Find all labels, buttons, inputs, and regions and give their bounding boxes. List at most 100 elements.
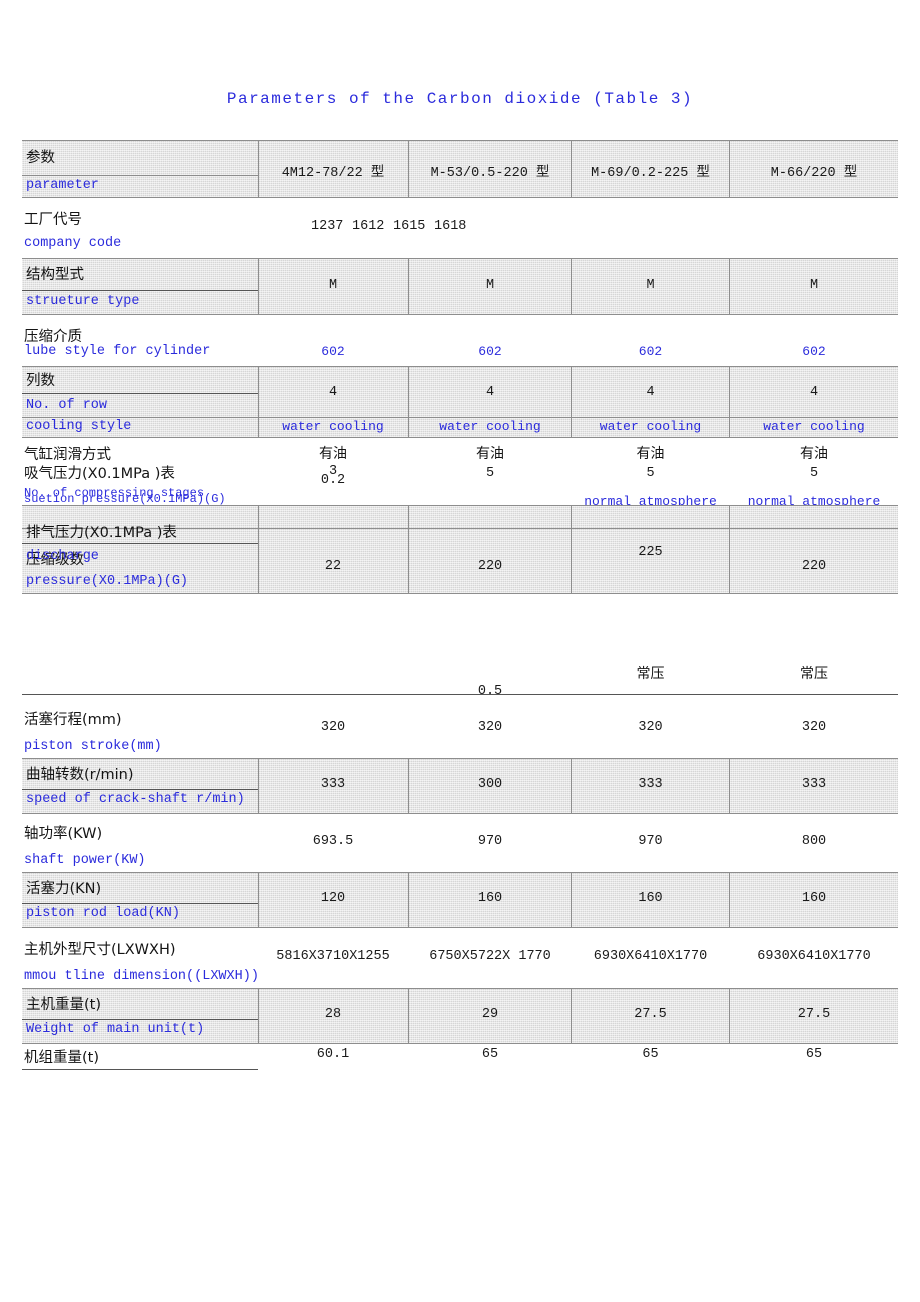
row-shaft-power-value-1: 693.5 — [312, 834, 354, 849]
row-piston-rod-load-label-en: piston rod load(KN) — [26, 906, 180, 921]
row-piston-rod-load-value-4: 160 — [801, 891, 827, 906]
row-normal-pressure-value-3: 常压 — [636, 666, 665, 682]
row-no-of-row-label-en: No. of row — [26, 398, 108, 413]
row-cooling-style-value-4: water cooling — [763, 419, 865, 434]
row-piston-rod-inner-rule — [22, 903, 258, 904]
row-crank-speed-inner-rule — [22, 789, 258, 790]
row-main-unit-weight-label-en: Weight of main unit(t) — [26, 1022, 205, 1037]
header-model-3: M-69/0.2-225 型 — [591, 166, 710, 181]
row-no-of-row-value-3: 4 — [646, 385, 655, 400]
row-piston-stroke-label-cn: 活塞行程(mm) — [24, 712, 122, 728]
row-company-code-value-1: 1237 — [311, 219, 344, 234]
header-param-en: parameter — [26, 178, 99, 193]
row-discharge-inner-rule — [22, 543, 258, 544]
row-piston-stroke-value-4: 320 — [801, 720, 827, 735]
header-param-cn: 参数 — [26, 150, 55, 166]
row-no-of-row-value-2: 4 — [485, 385, 495, 400]
row-main-unit-weight-inner-rule — [22, 1019, 258, 1020]
header-model-1: 4M12-78/22 型 — [281, 166, 385, 181]
row-company-code-value-4: 1618 — [434, 219, 467, 234]
row-normal-pressure-value-4: 常压 — [800, 666, 828, 682]
row-shaft-power-label-cn: 轴功率(KW) — [24, 826, 103, 842]
document-page: Parameters of the Carbon dioxide (Table … — [0, 0, 920, 1302]
row-crank-speed-label-cn: 曲轴转数(r/min) — [26, 767, 134, 783]
row-piston-rod-load-value-2: 160 — [477, 891, 503, 906]
page-title: Parameters of the Carbon dioxide (Table … — [226, 90, 694, 108]
row-unit-weight-value-3: 65 — [642, 1047, 659, 1062]
row-cooling-style-value-2: water cooling — [439, 419, 541, 434]
row-lube-style-value-2: 602 — [478, 344, 502, 359]
row-cooling-style-label-en: cooling style — [26, 419, 132, 434]
row-main-unit-weight-value-2: 29 — [481, 1007, 499, 1022]
header-model-4: M-66/220 型 — [770, 166, 858, 181]
row-lube-style-label-cn: 压缩介质 — [24, 329, 82, 345]
row-piston-rod-load-value-1: 120 — [320, 891, 346, 906]
col-divider-4-r8 — [729, 505, 730, 593]
row-crank-speed-value-2: 300 — [477, 777, 503, 792]
row-structure-inner-rule — [22, 290, 258, 291]
row-piston-rod-load-label-cn: 活塞力(KN) — [26, 881, 102, 897]
row-unit-weight-value-2: 65 — [481, 1047, 499, 1062]
row-main-unit-weight-value-1: 28 — [324, 1007, 342, 1022]
row-discharge-pressure-value-2: 220 — [477, 559, 503, 574]
row-suction-pressure-value-4: 5 — [809, 466, 819, 481]
row-structure-type-label-en: strueture type — [26, 294, 140, 309]
row-no-of-row-label-cn: 列数 — [26, 373, 55, 389]
row-crank-speed-value-3: 333 — [638, 777, 663, 792]
row-company-code-label-cn: 工厂代号 — [24, 212, 82, 228]
row-outline-dimension-label-cn: 主机外型尺寸(LXWXH) — [24, 942, 176, 958]
row-no-of-row-inner-rule — [22, 393, 258, 394]
row-cooling-style-value-1: water cooling — [282, 419, 384, 434]
row-cylinder-lube-value-3: 有油 — [636, 446, 665, 462]
row-discharge-pressure-value-3: 225 — [638, 545, 663, 560]
row-piston-stroke-value-1: 320 — [320, 720, 346, 735]
row-lube-style-value-3: 602 — [638, 344, 663, 359]
row-suction-pressure-value-2: 5 — [485, 466, 495, 481]
row-piston-stroke-label-en: piston stroke(mm) — [24, 739, 162, 754]
row-main-unit-weight-value-3: 27.5 — [634, 1007, 667, 1022]
row-main-unit-weight-value-4: 27.5 — [797, 1007, 831, 1022]
row-company-code-value-2: 1612 — [352, 219, 385, 234]
row-unit-weight-value-4: 65 — [805, 1047, 823, 1062]
row-cylinder-lube-value-2: 有油 — [476, 446, 504, 462]
row-outline-dimension-value-1: 5816X3710X1255 — [276, 949, 390, 964]
row-structure-type-value-3: M — [646, 278, 655, 293]
row-structure-type-value-4: M — [809, 278, 819, 293]
row-suction-pressure-label-en: suetion pressure(X0.1MPa)(G) — [24, 492, 226, 506]
row-piston-rod-load-value-3: 160 — [638, 891, 663, 906]
row-discharge-pressure-label-en: pressure(X0.1MPa)(G) — [26, 574, 189, 589]
row-piston-stroke-value-2: 320 — [477, 720, 503, 735]
row-shaft-power-label-en: shaft power(KW) — [24, 853, 146, 868]
row-shaft-power-value-2: 970 — [477, 834, 503, 849]
header-model-2: M-53/0.5-220 型 — [430, 166, 550, 181]
row-crank-speed-value-1: 333 — [320, 777, 346, 792]
row-lube-style-value-1: 602 — [321, 344, 345, 359]
row-outline-dimension-label-en: mmou tline dimension((LXWXH)) — [24, 969, 259, 984]
row-normal-pressure-value-2: 0.5 — [477, 684, 503, 699]
row-discharge-pressure-value-4: 220 — [801, 559, 827, 574]
row-discharge-label-en: discharge — [26, 549, 99, 564]
row-cylinder-lube-value-4: 有油 — [800, 446, 828, 462]
row-structure-type-label-cn: 结构型式 — [26, 267, 84, 283]
row-company-code-label-en: company code — [24, 236, 122, 251]
col-divider-2-r8 — [408, 505, 409, 593]
row-outline-dimension-value-4: 6930X6410X1770 — [757, 949, 871, 964]
row-suction-pressure-label-cn: 吸气压力(X0.1MPa )表 — [24, 466, 175, 482]
row-cylinder-lube-value-1: 有油 — [319, 446, 347, 462]
row-discharge-pressure-label-cn: 排气压力(X0.1MPa )表 — [26, 525, 177, 541]
row-structure-type-value-1: M — [328, 278, 338, 293]
row-structure-type-value-2: M — [485, 278, 495, 293]
row-no-of-row-value-4: 4 — [809, 385, 819, 400]
row-outline-dimension-value-3: 6930X6410X1770 — [593, 949, 708, 964]
row-unit-weight-rule — [22, 1069, 258, 1070]
row-shaft-power-value-3: 970 — [638, 834, 663, 849]
header-inner-rule — [22, 175, 258, 176]
row-shaft-power-value-4: 800 — [801, 834, 827, 849]
row-outline-dimension-value-2: 6750X5722X 1770 — [429, 949, 551, 964]
row-lube-style-value-4: 602 — [802, 344, 826, 359]
row-unit-weight-label-cn: 机组重量(t) — [24, 1050, 99, 1066]
row-piston-stroke-value-3: 320 — [638, 720, 663, 735]
row-crank-speed-value-4: 333 — [801, 777, 827, 792]
row-suction-pressure-value-3: 5 — [646, 466, 655, 481]
row-unit-weight-value-1: 60.1 — [316, 1047, 350, 1062]
